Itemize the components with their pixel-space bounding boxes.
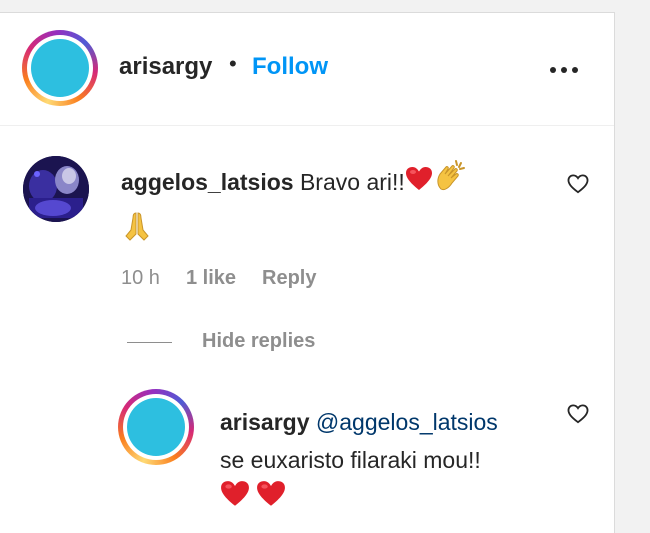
comment-body: aggelos_latsios Bravo ari!! <box>121 159 551 257</box>
red-heart-emoji-icon <box>220 480 250 519</box>
reply-username[interactable]: arisargy <box>220 409 310 435</box>
header-avatar-image <box>31 39 89 97</box>
comment-text: Bravo ari!! <box>299 169 405 195</box>
commenter-username[interactable]: aggelos_latsios <box>121 169 294 195</box>
comment-timestamp[interactable]: 10 h <box>121 267 160 290</box>
reply-button[interactable]: Reply <box>262 267 316 290</box>
reply-text: se euxaristo filaraki mou!! <box>220 447 481 473</box>
like-comment-heart-icon[interactable] <box>567 174 589 194</box>
reply-mention[interactable]: @aggelos_latsios <box>316 409 498 435</box>
reply-body: arisargy @aggelos_latsios se euxaristo f… <box>220 403 560 519</box>
header-separator-dot: • <box>229 51 237 76</box>
comment-likes-count[interactable]: 1 like <box>186 267 236 290</box>
red-heart-emoji-icon <box>256 480 286 519</box>
reply-avatar[interactable] <box>118 389 194 465</box>
header-avatar[interactable] <box>22 30 98 106</box>
reply-avatar-image <box>127 398 185 456</box>
folded-hands-emoji-icon <box>121 210 153 257</box>
header-username[interactable]: arisargy <box>119 53 212 81</box>
hide-replies-button[interactable]: Hide replies <box>202 330 315 353</box>
red-heart-emoji-icon <box>405 161 433 207</box>
follow-button[interactable]: Follow <box>252 53 328 81</box>
clapping-hands-emoji-icon <box>433 159 467 208</box>
comments-panel: arisargy • Follow aggelos_latsios Bravo … <box>0 12 615 533</box>
commenter-avatar[interactable] <box>23 156 89 222</box>
like-reply-heart-icon[interactable] <box>567 404 589 424</box>
replies-divider <box>127 342 172 343</box>
post-header: arisargy • Follow <box>0 13 614 126</box>
more-horizontal-icon[interactable] <box>548 65 580 75</box>
commenter-photo <box>23 156 89 222</box>
